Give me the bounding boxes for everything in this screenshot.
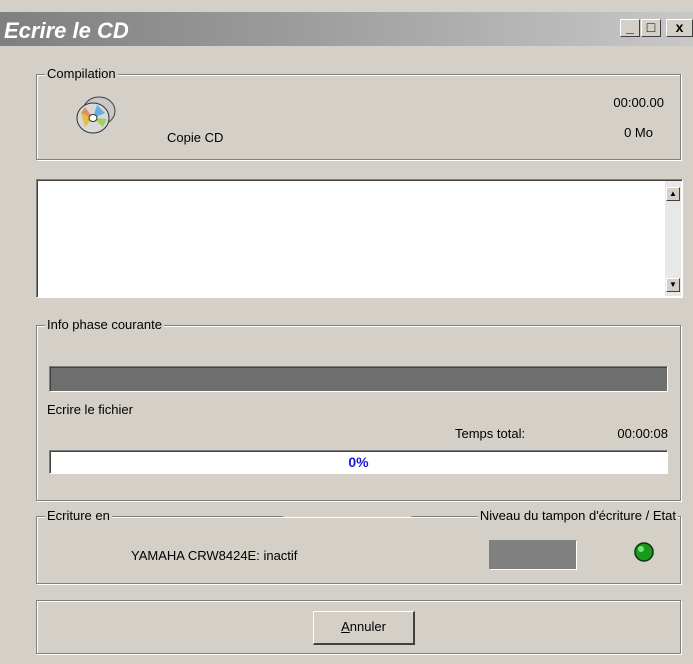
- compilation-name: Copie CD: [167, 130, 224, 145]
- maximize-button[interactable]: □: [641, 19, 661, 37]
- cancel-button[interactable]: Annuler: [313, 611, 415, 645]
- phase-progress-bar: [49, 366, 668, 392]
- buffer-level-meter: [489, 540, 577, 570]
- cancel-accelerator: A: [341, 619, 350, 634]
- writer-group: Ecriture en Niveau du tampon d'écriture …: [36, 508, 681, 584]
- writer-legend: Ecriture en: [45, 508, 112, 523]
- log-list[interactable]: ▲ ▼: [36, 179, 683, 298]
- title-bar[interactable]: Ecrire le CD _ □ x: [0, 12, 693, 46]
- total-time-label: Temps total:: [455, 426, 526, 441]
- compilation-size: 0 Mo: [624, 125, 653, 140]
- cd-icon: [76, 96, 116, 134]
- window-title: Ecrire le CD: [4, 18, 129, 43]
- buffer-legend: Niveau du tampon d'écriture / Etat: [477, 508, 678, 523]
- total-progress-bar: 0%: [49, 450, 668, 474]
- footer-group: Annuler: [36, 600, 681, 654]
- phase-action-label: Ecrire le fichier: [47, 402, 133, 417]
- compilation-group: Compilation Copie CD 00:00.00 0 Mo: [36, 66, 681, 160]
- status-led-icon: [634, 542, 654, 562]
- close-button[interactable]: x: [666, 19, 693, 37]
- write-cd-dialog: Ecrire le CD _ □ x Compilation Copie CD …: [0, 0, 693, 664]
- cancel-label: nnuler: [349, 619, 386, 634]
- phase-info-group: Info phase courante Ecrire le fichier Te…: [36, 317, 681, 501]
- writer-device: YAMAHA CRW8424E: inactif: [131, 548, 298, 563]
- total-progress-text: 0%: [348, 454, 369, 470]
- minimize-button[interactable]: _: [620, 19, 640, 37]
- total-time-value: 00:00:08: [617, 426, 668, 441]
- log-scrollbar[interactable]: ▲ ▼: [665, 181, 681, 296]
- compilation-legend: Compilation: [45, 66, 118, 81]
- phase-info-legend: Info phase courante: [45, 317, 164, 332]
- compilation-time: 00:00.00: [613, 95, 664, 110]
- scroll-down-button[interactable]: ▼: [666, 278, 680, 292]
- scroll-up-button[interactable]: ▲: [666, 187, 680, 201]
